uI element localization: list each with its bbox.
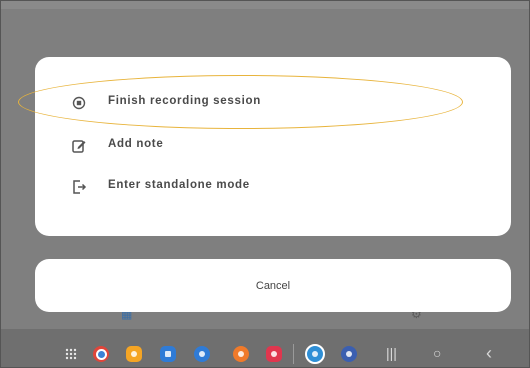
home-icon[interactable]: ○ xyxy=(433,344,441,362)
app-icon[interactable] xyxy=(305,344,325,364)
menu-item-label: Finish recording session xyxy=(108,95,261,107)
contacts-icon[interactable] xyxy=(233,346,249,362)
menu-item-finish-recording[interactable]: Finish recording session xyxy=(35,83,511,123)
status-strip xyxy=(1,1,529,9)
recent-apps-icon[interactable]: ||| xyxy=(386,344,397,362)
menu-item-add-note[interactable]: Add note xyxy=(35,126,511,166)
cancel-label: Cancel xyxy=(255,279,291,292)
action-sheet: Finish recording session Add note Enter … xyxy=(35,57,511,236)
exit-to-app-icon xyxy=(69,177,89,197)
device-screen: ▦ ⚙ Finish recording session Add note En… xyxy=(0,0,530,368)
screen-recorder-icon[interactable] xyxy=(266,346,282,362)
stop-circle-icon xyxy=(69,93,89,113)
taskbar xyxy=(1,329,529,367)
menu-item-label: Enter standalone mode xyxy=(108,179,250,191)
settings-icon[interactable] xyxy=(341,346,357,362)
menu-item-label: Add note xyxy=(108,138,164,150)
files-icon[interactable] xyxy=(126,346,142,362)
cancel-button[interactable]: Cancel xyxy=(35,259,511,312)
edit-note-icon xyxy=(69,136,89,156)
chrome-icon[interactable] xyxy=(93,346,109,362)
messages-icon[interactable] xyxy=(194,346,210,362)
calendar-icon[interactable] xyxy=(160,346,176,362)
menu-item-standalone-mode[interactable]: Enter standalone mode xyxy=(35,167,511,207)
taskbar-divider xyxy=(293,344,294,364)
app-drawer-icon[interactable] xyxy=(63,346,79,362)
back-icon[interactable]: ‹ xyxy=(486,344,492,362)
